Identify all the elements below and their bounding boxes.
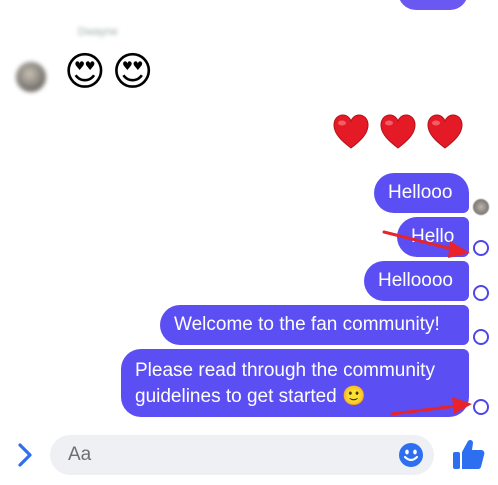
sender-name: Dwayne — [78, 26, 118, 38]
previous-message-bubble[interactable] — [398, 0, 468, 10]
heart-icon — [380, 114, 416, 149]
sent-status-icon — [473, 285, 489, 301]
message-text-line: Please read through the community — [135, 360, 435, 381]
heart-eyes-emoji: 😍 — [64, 49, 106, 95]
chevron-right-icon — [18, 443, 32, 467]
message-input-placeholder: Aa — [68, 444, 92, 465]
like-button[interactable] — [450, 437, 486, 473]
message-text: Hellooo — [388, 182, 453, 203]
annotation-arrow — [382, 230, 470, 258]
message-bubble[interactable]: Hellooo — [374, 173, 469, 213]
message-text: Welcome to the fan community! — [174, 314, 440, 335]
thumbs-up-icon — [453, 439, 485, 469]
sent-status-icon — [473, 329, 489, 345]
heart-icon — [333, 114, 369, 149]
received-emoji-message[interactable]: 😍 😍 — [64, 52, 153, 92]
avatar[interactable] — [16, 62, 46, 92]
message-text: Helloooo — [378, 270, 453, 291]
message-input[interactable]: Aa — [50, 435, 434, 475]
expand-button[interactable] — [12, 440, 38, 470]
heart-eyes-emoji: 😍 — [111, 49, 154, 95]
heart-icon — [427, 114, 463, 149]
message-bubble[interactable]: Welcome to the fan community! — [160, 305, 469, 345]
annotation-arrow — [390, 397, 472, 416]
smiley-icon — [399, 443, 423, 467]
emoji-button[interactable] — [398, 442, 424, 468]
message-bubble[interactable]: Helloooo — [364, 261, 469, 301]
seen-avatar — [473, 199, 489, 215]
